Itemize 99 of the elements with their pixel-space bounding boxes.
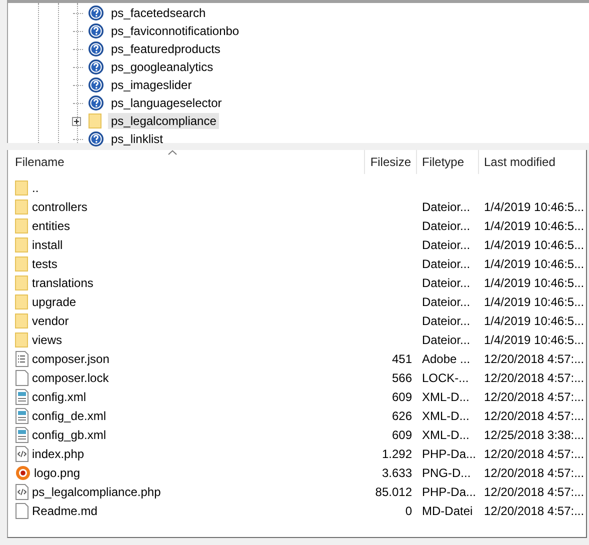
- file-size: 85.012: [375, 484, 412, 498]
- modified-date: 1/4/2019 10:46:5...: [484, 218, 584, 232]
- file-size: 451: [392, 352, 412, 366]
- file-name[interactable]: index.php: [32, 446, 84, 460]
- tree-item[interactable]: ps_legalcompliance: [108, 113, 220, 129]
- file-name[interactable]: ps_legalcompliance.php: [32, 484, 161, 498]
- modified-date: 12/20/2018 4:57:...: [484, 352, 584, 366]
- question-icon: [88, 77, 104, 93]
- file-name[interactable]: tests: [32, 256, 58, 270]
- modified-date: 12/20/2018 4:57:...: [484, 466, 584, 480]
- tree-item[interactable]: ps_linklist: [108, 131, 166, 147]
- file-type: PHP-Da...: [422, 484, 476, 498]
- folder-icon: [88, 113, 104, 129]
- code-file-icon: [15, 446, 29, 462]
- file-name[interactable]: logo.png: [34, 466, 80, 480]
- folder-icon: [15, 218, 29, 234]
- code-file-icon: [15, 484, 29, 500]
- file-size: 566: [392, 370, 412, 384]
- file-size: 1.292: [382, 446, 412, 460]
- file-type: Dateior...: [422, 238, 470, 252]
- question-icon: [88, 95, 104, 111]
- file-name[interactable]: vendor: [32, 314, 69, 328]
- file-name[interactable]: controllers: [32, 200, 88, 214]
- file-type: Dateior...: [422, 256, 470, 270]
- column-header[interactable]: Filename: [8, 150, 365, 174]
- modified-date: 1/4/2019 10:46:5...: [484, 294, 584, 308]
- file-type: Dateior...: [422, 218, 470, 232]
- modified-date: 1/4/2019 10:46:5...: [484, 200, 584, 214]
- file-name[interactable]: ..: [32, 180, 39, 194]
- modified-date: 12/20/2018 4:57:...: [484, 446, 584, 460]
- modified-date: 1/4/2019 10:46:5...: [484, 314, 584, 328]
- modified-date: 12/20/2018 4:57:...: [484, 484, 584, 498]
- modified-date: 12/20/2018 4:57:...: [484, 390, 584, 404]
- tree-item[interactable]: ps_facetedsearch: [108, 5, 209, 21]
- xml-file-icon: [15, 388, 29, 404]
- tree-item[interactable]: ps_imageslider: [108, 77, 195, 93]
- folder-icon: [15, 294, 29, 310]
- file-type: MD-Datei: [422, 504, 473, 518]
- folder-icon: [15, 274, 29, 290]
- folder-icon: [15, 332, 29, 348]
- column-header[interactable]: Last modified: [479, 150, 586, 174]
- modified-date: 12/20/2018 4:57:...: [484, 370, 584, 384]
- file-size: 609: [392, 390, 412, 404]
- file-type: PNG-D...: [422, 466, 471, 480]
- modified-date: 1/4/2019 10:46:5...: [484, 276, 584, 290]
- question-icon: [88, 59, 104, 75]
- tree-item[interactable]: ps_featuredproducts: [108, 41, 224, 57]
- file-name[interactable]: upgrade: [32, 294, 76, 308]
- file-type: Dateior...: [422, 332, 470, 346]
- tree-item[interactable]: ps_faviconnotificationbo: [108, 23, 242, 39]
- file-name[interactable]: entities: [32, 218, 70, 232]
- modified-date: 1/4/2019 10:46:5...: [484, 238, 584, 252]
- file-name[interactable]: views: [32, 332, 62, 346]
- modified-date: 12/20/2018 4:57:...: [484, 504, 584, 518]
- question-icon: [88, 41, 104, 57]
- file-type: Dateior...: [422, 314, 470, 328]
- file-type: XML-D...: [422, 408, 470, 422]
- modified-date: 12/25/2018 3:38:...: [484, 428, 584, 442]
- tree-item[interactable]: ps_languageselector: [108, 95, 225, 111]
- folder-icon: [15, 236, 29, 252]
- modified-date: 12/20/2018 4:57:...: [484, 408, 584, 422]
- column-header[interactable]: Filetype: [417, 150, 479, 174]
- file-type: Dateior...: [422, 294, 470, 308]
- file-size: 626: [392, 408, 412, 422]
- folder-icon: [15, 256, 29, 272]
- folder-icon: [15, 198, 29, 214]
- file-name[interactable]: config_de.xml: [32, 408, 106, 422]
- file-type: Adobe ...: [422, 352, 470, 366]
- tree-item[interactable]: ps_googleanalytics: [108, 59, 216, 75]
- question-icon: [88, 23, 104, 39]
- question-icon: [88, 5, 104, 21]
- file-name[interactable]: Readme.md: [32, 504, 98, 518]
- file-type: PHP-Da...: [422, 446, 476, 460]
- file-name[interactable]: config_gb.xml: [32, 428, 106, 442]
- file-type: XML-D...: [422, 390, 470, 404]
- file-type: Dateior...: [422, 276, 470, 290]
- image-file-icon: [15, 464, 31, 480]
- xml-file-icon: [15, 426, 29, 442]
- file-icon: [15, 502, 29, 518]
- file-size: 0: [405, 504, 412, 518]
- modified-date: 1/4/2019 10:46:5...: [484, 256, 584, 270]
- text-file-icon: [15, 350, 29, 366]
- xml-file-icon: [15, 408, 29, 424]
- column-header[interactable]: Filesize: [365, 150, 417, 174]
- file-name[interactable]: composer.lock: [32, 370, 109, 384]
- expand-icon[interactable]: [72, 116, 81, 126]
- file-size: 609: [392, 428, 412, 442]
- file-size: 3.633: [382, 466, 412, 480]
- file-type: LOCK-...: [422, 370, 469, 384]
- folder-icon: [15, 180, 29, 196]
- modified-date: 1/4/2019 10:46:5...: [484, 332, 584, 346]
- file-type: XML-D...: [422, 428, 470, 442]
- file-type: Dateior...: [422, 200, 470, 214]
- file-icon: [15, 370, 29, 386]
- folder-icon: [15, 312, 29, 328]
- file-name[interactable]: translations: [32, 276, 94, 290]
- file-name[interactable]: install: [32, 238, 63, 252]
- file-name[interactable]: config.xml: [32, 390, 86, 404]
- file-name[interactable]: composer.json: [32, 352, 110, 366]
